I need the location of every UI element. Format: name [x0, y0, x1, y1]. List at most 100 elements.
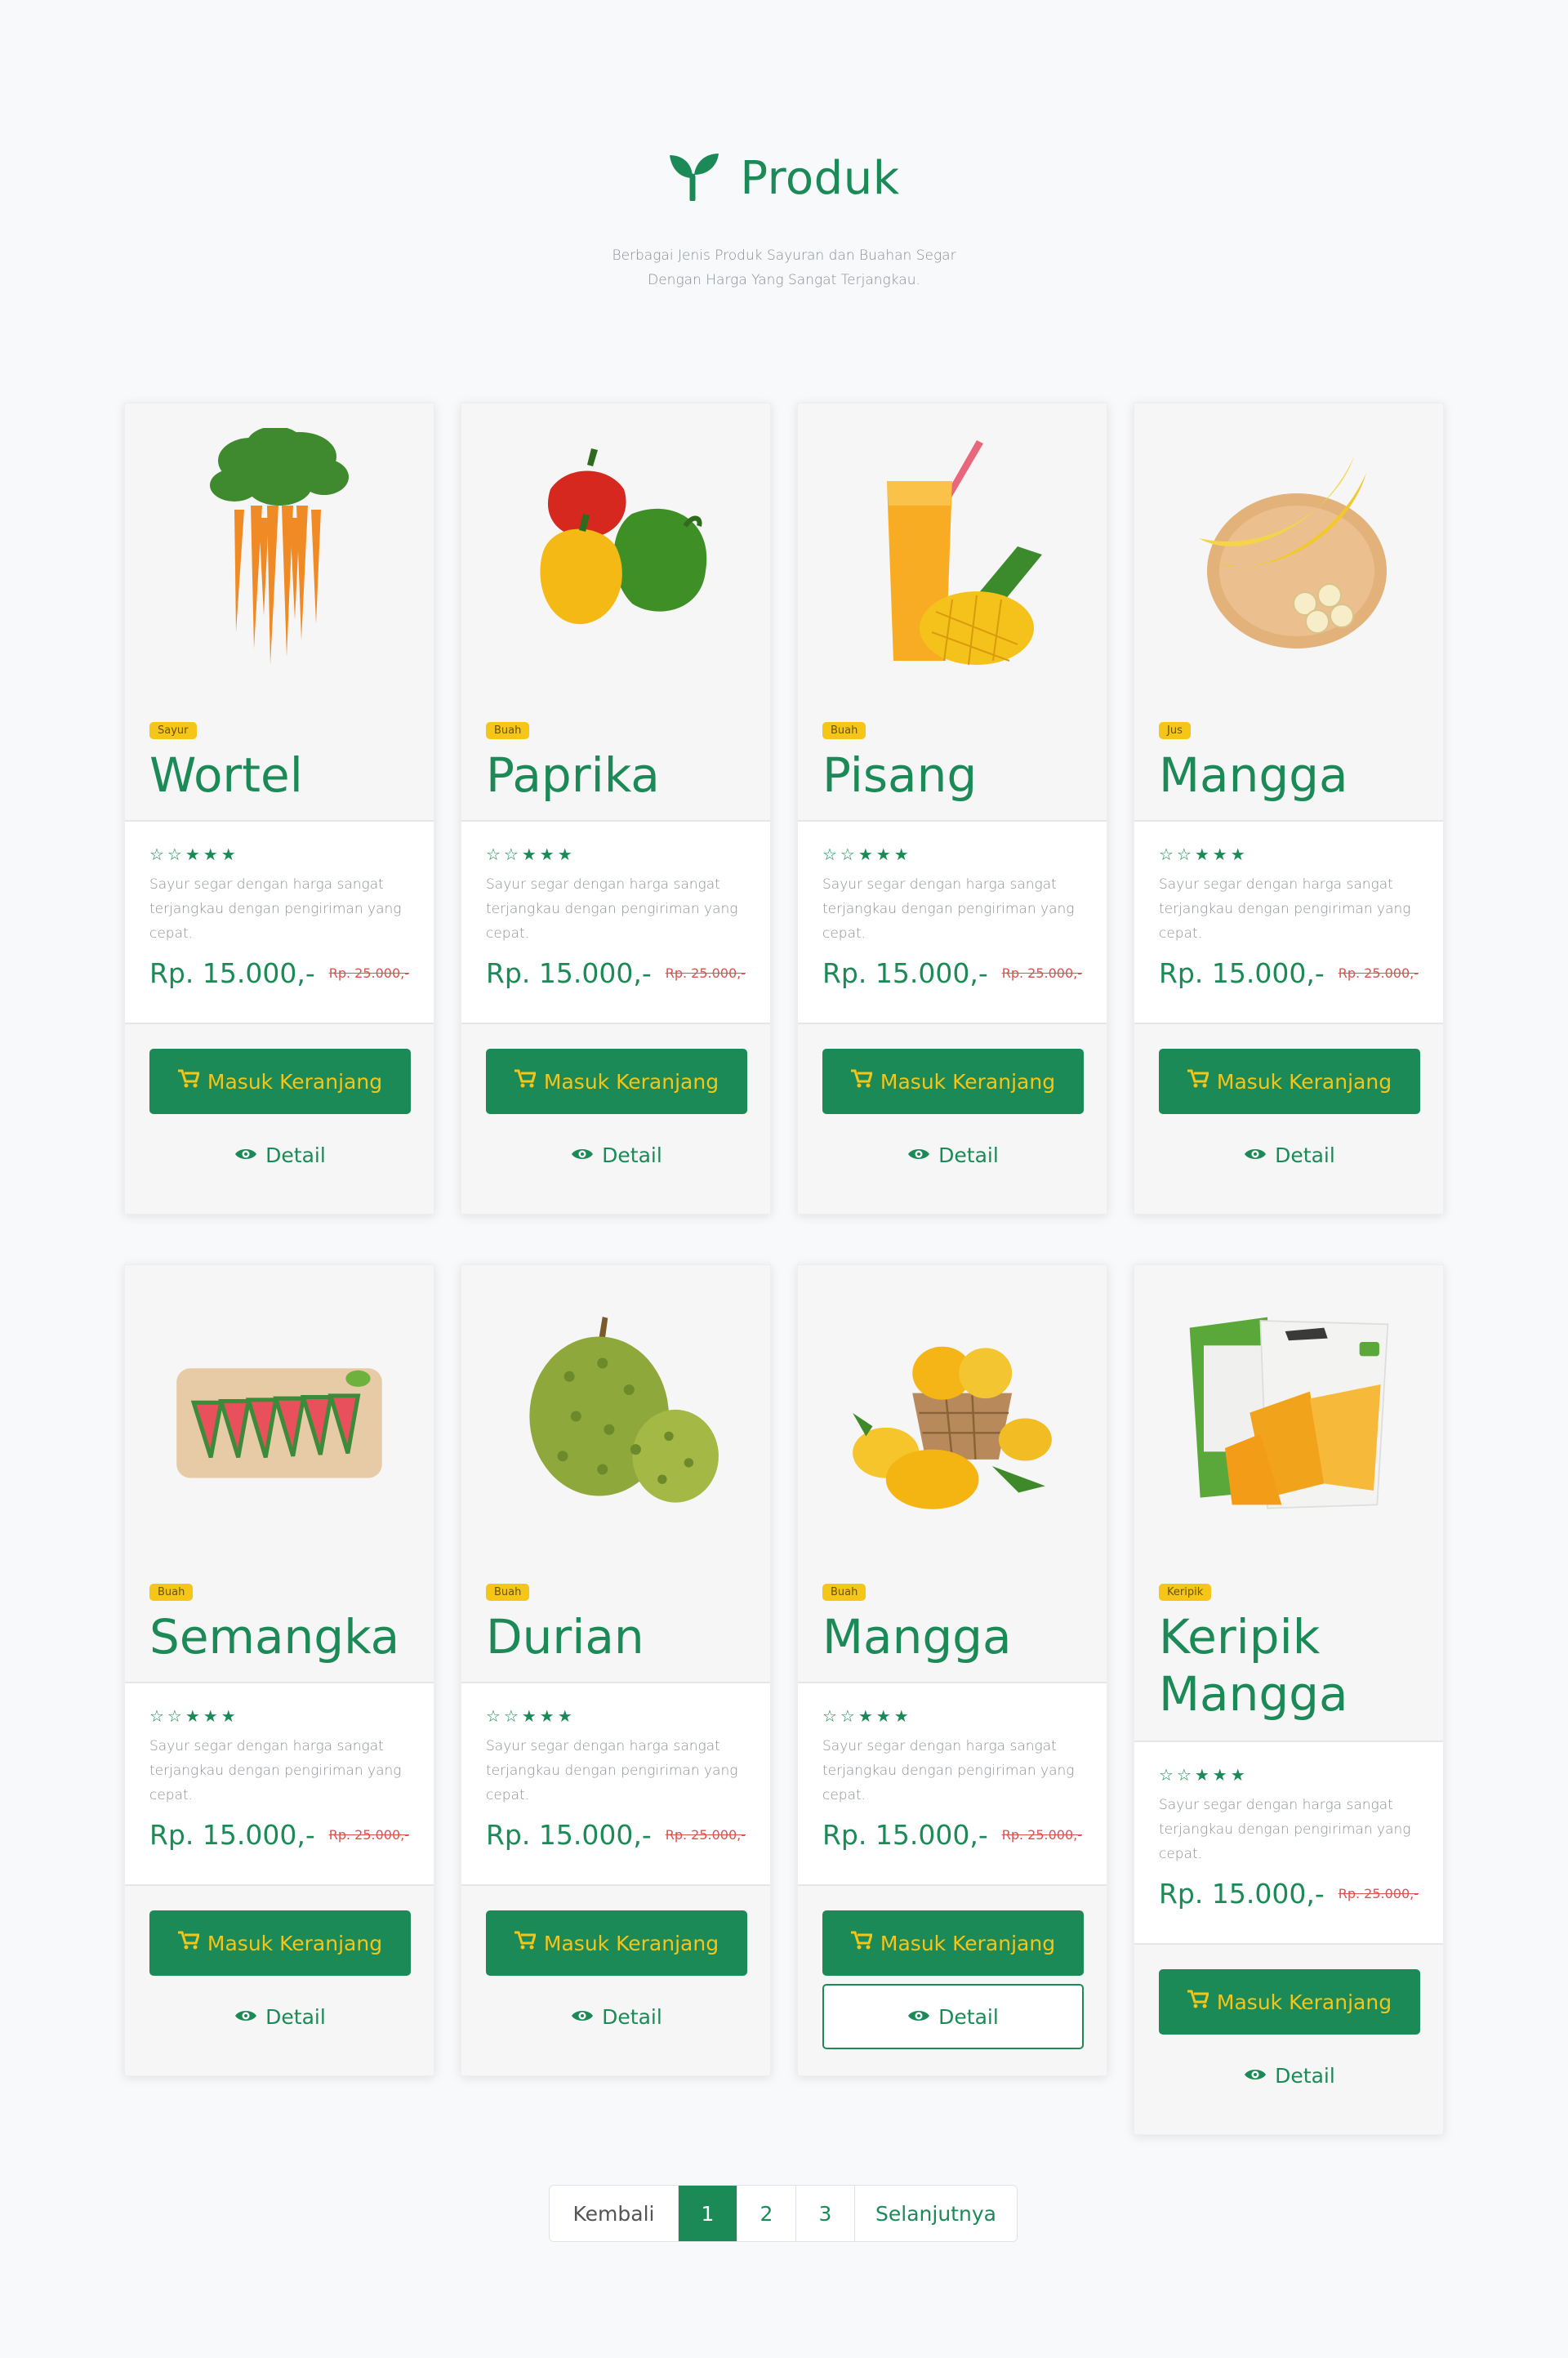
old-price: Rp. 25.000,-	[328, 965, 409, 981]
add-to-cart-button[interactable]: Masuk Keranjang	[1159, 1969, 1420, 2035]
durian-image	[510, 1290, 722, 1543]
add-to-cart-button[interactable]: Masuk Keranjang	[486, 1910, 747, 1976]
pagination: Kembali 1 2 3 Selanjutnya	[549, 2185, 1018, 2242]
old-price: Rp. 25.000,-	[328, 1827, 409, 1843]
category-badge: Jus	[1159, 722, 1191, 739]
page-subtitle: Berbagai Jenis Produk Sayuran dan Buahan…	[612, 247, 956, 288]
category-badge: Buah	[486, 1584, 530, 1601]
product-name: Semangka	[149, 1609, 400, 1665]
cart-icon	[514, 1069, 537, 1094]
cart-icon	[850, 1931, 873, 1955]
old-price: Rp. 25.000,-	[1001, 1827, 1082, 1843]
star-rating: ☆☆★★★	[1159, 845, 1249, 864]
detail-button[interactable]: Detail	[149, 1984, 411, 2049]
cart-icon	[850, 1069, 873, 1094]
category-badge: Buah	[822, 1584, 866, 1601]
product-description: Sayur segar dengan harga sangat terjangk…	[1159, 1797, 1411, 1862]
star-rating: ☆☆★★★	[822, 1706, 912, 1726]
cart-icon	[514, 1931, 537, 1955]
bell-pepper-image	[510, 428, 722, 681]
product-name: Mangga	[822, 1609, 1012, 1665]
detail-button[interactable]: Detail	[822, 1984, 1084, 2049]
eye-icon	[234, 1143, 257, 1167]
sprout-icon	[668, 152, 720, 204]
cart-icon	[177, 1069, 200, 1094]
product-card: Buah Mangga ☆☆★★★ Sayur segar dengan har…	[797, 1264, 1107, 2076]
product-description: Sayur segar dengan harga sangat terjangk…	[822, 1738, 1075, 1803]
product-card: Buah Pisang ☆☆★★★ Sayur segar dengan har…	[797, 403, 1107, 1215]
product-price: Rp. 15.000,-	[486, 957, 652, 989]
product-card: Buah Semangka ☆☆★★★ Sayur segar dengan h…	[124, 1264, 434, 2076]
page-title: Produk	[740, 151, 900, 205]
product-description: Sayur segar dengan harga sangat terjangk…	[149, 1738, 402, 1803]
eye-icon	[907, 2005, 930, 2029]
star-rating: ☆☆★★★	[1159, 1765, 1249, 1785]
banana-plate-image	[1183, 428, 1395, 681]
category-badge: Buah	[822, 722, 866, 739]
add-to-cart-button[interactable]: Masuk Keranjang	[149, 1049, 411, 1114]
product-description: Sayur segar dengan harga sangat terjangk…	[486, 1738, 738, 1803]
product-price: Rp. 15.000,-	[486, 1819, 652, 1851]
product-card: Sayur Wortel ☆☆★★★ Sayur segar dengan ha…	[124, 403, 434, 1215]
detail-button[interactable]: Detail	[1159, 2043, 1420, 2108]
product-description: Sayur segar dengan harga sangat terjangk…	[822, 876, 1075, 942]
star-rating: ☆☆★★★	[149, 845, 239, 864]
star-rating: ☆☆★★★	[149, 1706, 239, 1726]
product-price: Rp. 15.000,-	[1159, 957, 1325, 989]
pagination-prev[interactable]: Kembali	[550, 2186, 679, 2241]
carrot-image	[173, 428, 385, 681]
pagination-page-2[interactable]: 2	[737, 2186, 796, 2241]
detail-button[interactable]: Detail	[149, 1122, 411, 1188]
add-to-cart-button[interactable]: Masuk Keranjang	[486, 1049, 747, 1114]
eye-icon	[1244, 2064, 1267, 2088]
mango-basket-image	[846, 1290, 1058, 1543]
category-badge: Buah	[149, 1584, 194, 1601]
product-price: Rp. 15.000,-	[822, 957, 988, 989]
detail-button[interactable]: Detail	[1159, 1122, 1420, 1188]
detail-button[interactable]: Detail	[822, 1122, 1084, 1188]
product-name: Mangga	[1159, 747, 1348, 803]
product-description: Sayur segar dengan harga sangat terjangk…	[149, 876, 402, 942]
product-card: Jus Mangga ☆☆★★★ Sayur segar dengan harg…	[1134, 403, 1444, 1215]
category-badge: Keripik	[1159, 1584, 1212, 1601]
old-price: Rp. 25.000,-	[665, 965, 746, 981]
pagination-page-3[interactable]: 3	[796, 2186, 855, 2241]
eye-icon	[907, 1143, 930, 1167]
eye-icon	[571, 2005, 594, 2029]
cart-icon	[1187, 1069, 1209, 1094]
product-price: Rp. 15.000,-	[1159, 1878, 1325, 1910]
product-card: Buah Durian ☆☆★★★ Sayur segar dengan har…	[461, 1264, 771, 2076]
category-badge: Sayur	[149, 722, 197, 739]
cart-icon	[1187, 1990, 1209, 2014]
add-to-cart-button[interactable]: Masuk Keranjang	[822, 1049, 1084, 1114]
star-rating: ☆☆★★★	[486, 845, 576, 864]
detail-button[interactable]: Detail	[486, 1984, 747, 2049]
product-description: Sayur segar dengan harga sangat terjangk…	[486, 876, 738, 942]
watermelon-image	[173, 1290, 385, 1543]
product-name: Pisang	[822, 747, 978, 803]
pagination-page-1[interactable]: 1	[679, 2186, 737, 2241]
add-to-cart-button[interactable]: Masuk Keranjang	[822, 1910, 1084, 1976]
eye-icon	[1244, 1143, 1267, 1167]
old-price: Rp. 25.000,-	[1338, 1886, 1419, 1901]
mango-juice-image	[846, 428, 1058, 681]
mango-chips-image	[1183, 1290, 1395, 1543]
old-price: Rp. 25.000,-	[1001, 965, 1082, 981]
category-badge: Buah	[486, 722, 530, 739]
star-rating: ☆☆★★★	[822, 845, 912, 864]
product-name: Wortel	[149, 747, 303, 803]
product-description: Sayur segar dengan harga sangat terjangk…	[1159, 876, 1411, 942]
detail-button[interactable]: Detail	[486, 1122, 747, 1188]
eye-icon	[234, 2005, 257, 2029]
cart-icon	[177, 1931, 200, 1955]
product-card: Buah Paprika ☆☆★★★ Sayur segar dengan ha…	[461, 403, 771, 1215]
pagination-next[interactable]: Selanjutnya	[855, 2186, 1017, 2241]
old-price: Rp. 25.000,-	[665, 1827, 746, 1843]
product-price: Rp. 15.000,-	[149, 1819, 315, 1851]
product-name: Keripik Mangga	[1159, 1609, 1348, 1722]
product-name: Paprika	[486, 747, 660, 803]
page-header: Produk Berbagai Jenis Produk Sayuran dan…	[0, 145, 1568, 292]
add-to-cart-button[interactable]: Masuk Keranjang	[1159, 1049, 1420, 1114]
product-name: Durian	[486, 1609, 644, 1665]
add-to-cart-button[interactable]: Masuk Keranjang	[149, 1910, 411, 1976]
